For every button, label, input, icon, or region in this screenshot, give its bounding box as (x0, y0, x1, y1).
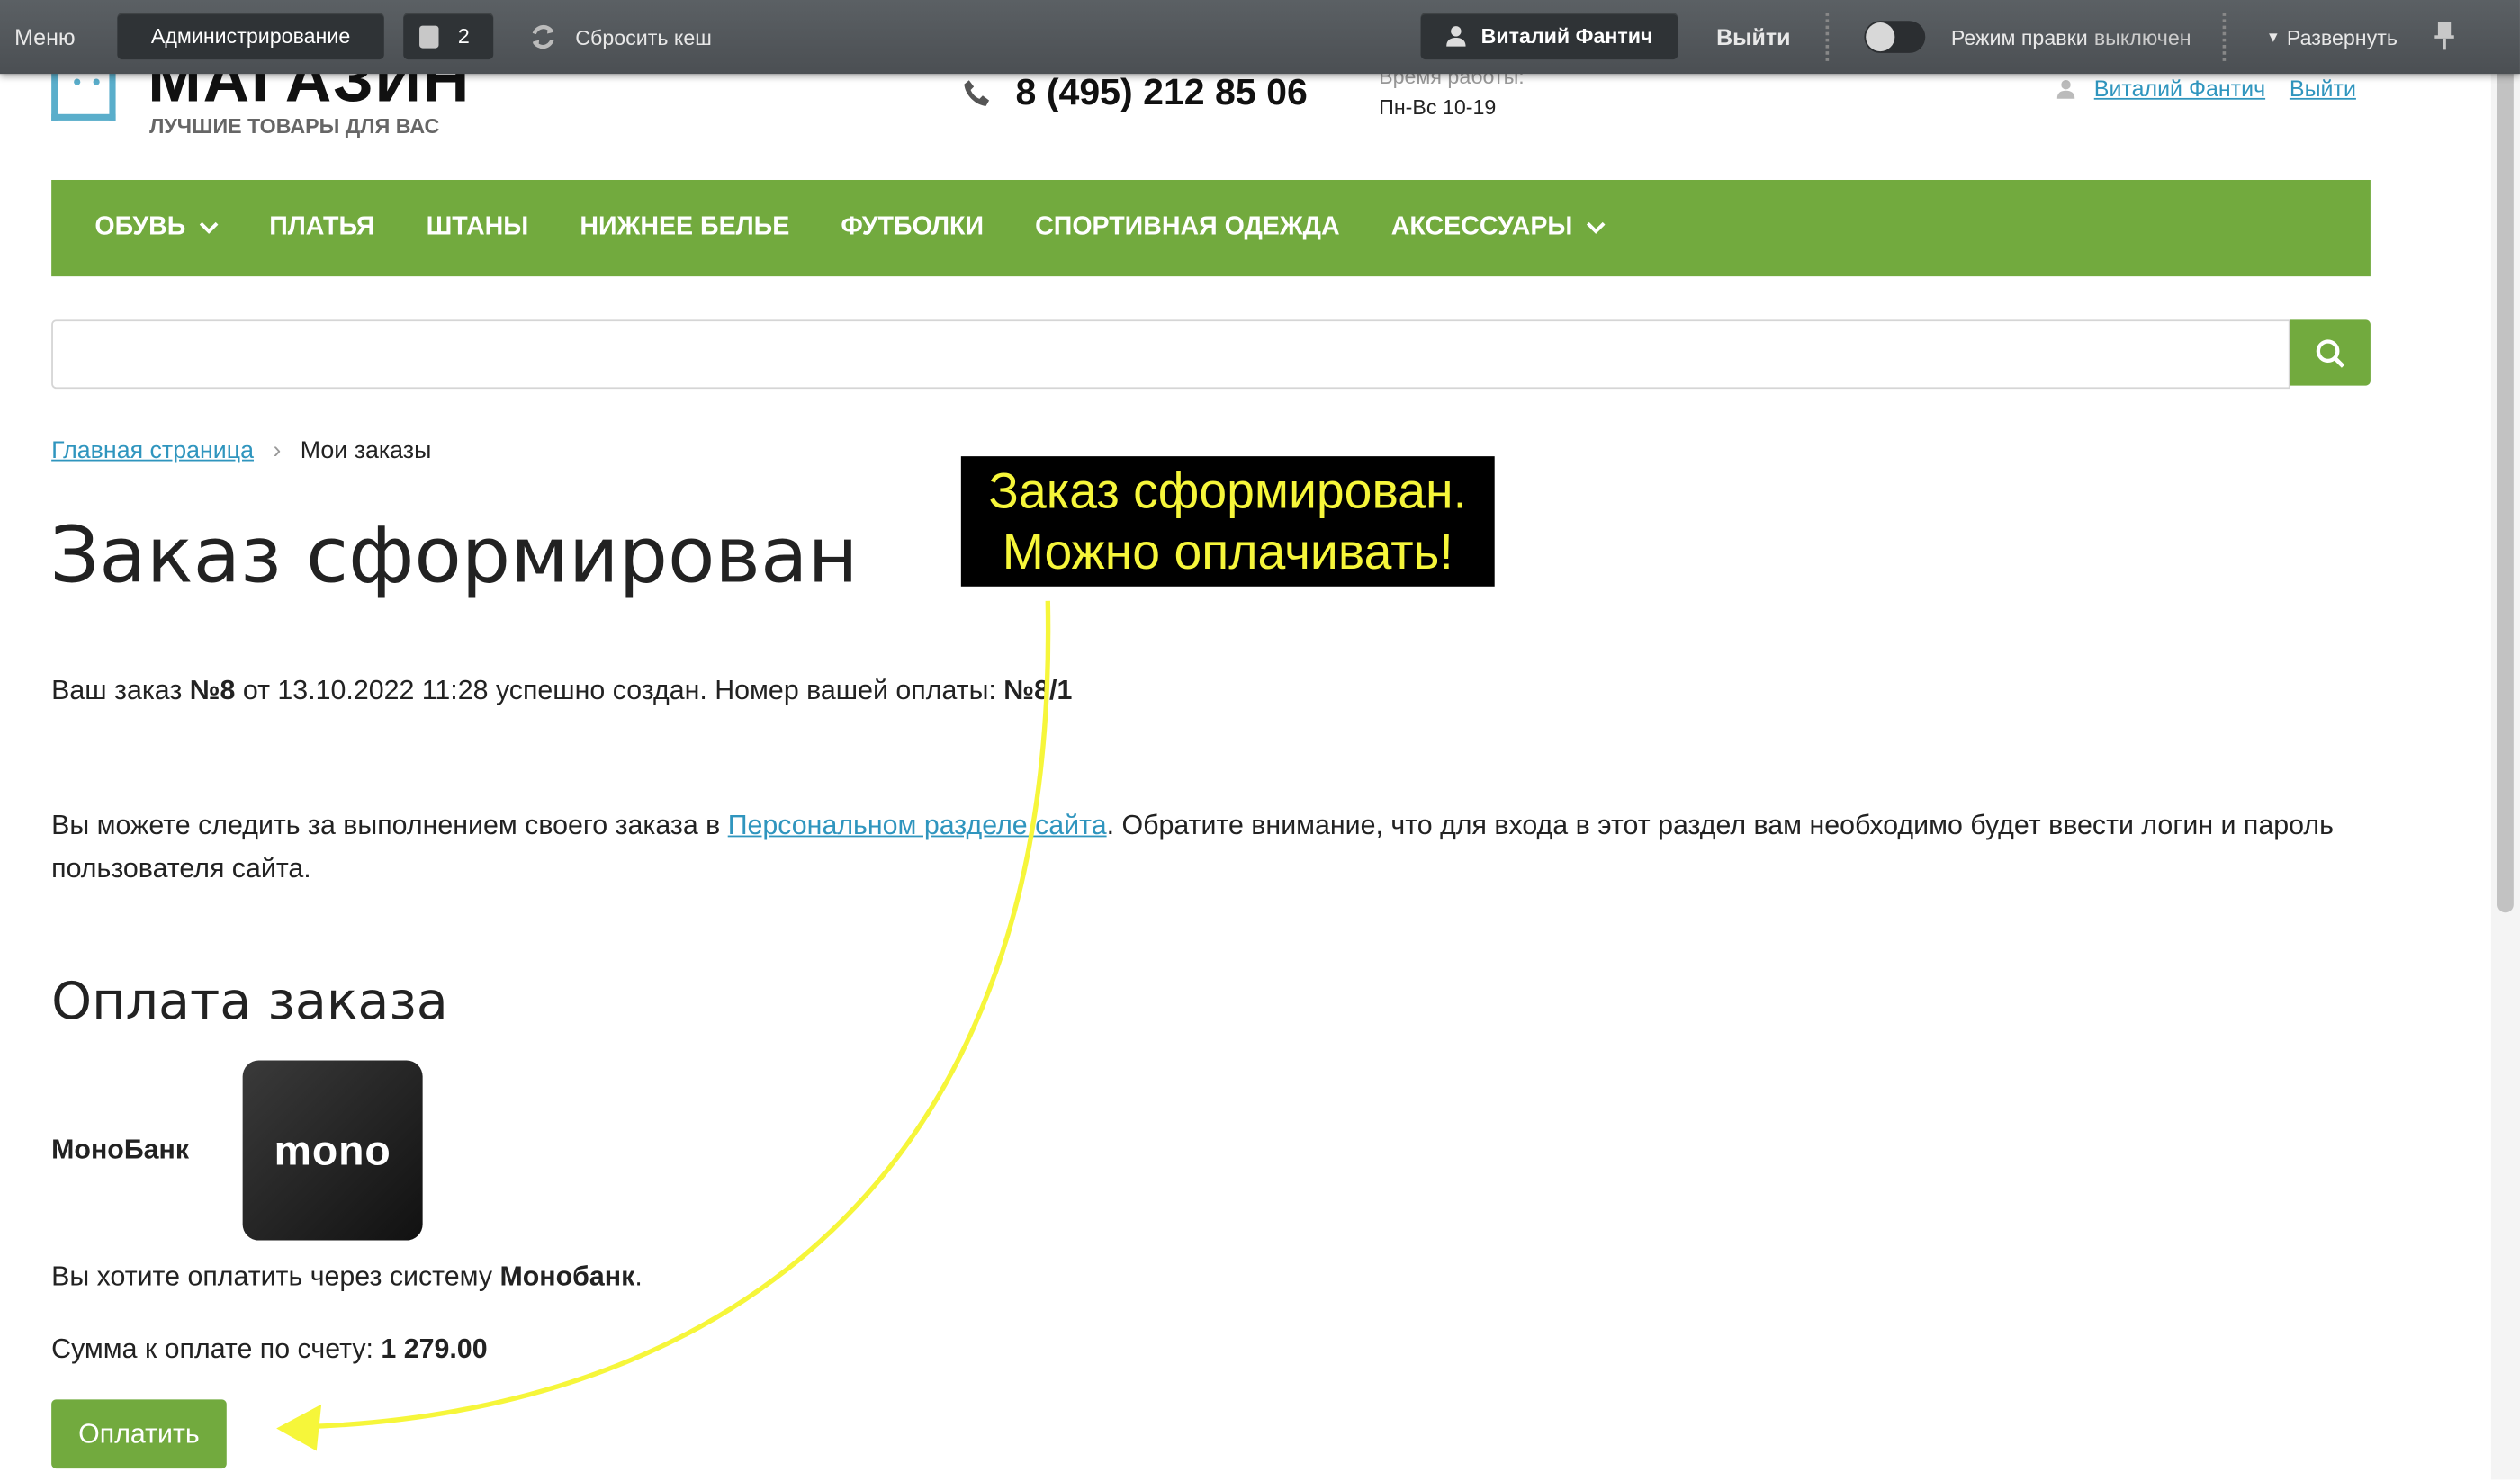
text: Вы хотите оплатить через систему (51, 1261, 500, 1292)
reset-cache-button[interactable]: Сбросить кеш (527, 0, 712, 74)
notifications-button[interactable]: 2 (403, 13, 494, 60)
toggle-knob (1866, 22, 1895, 52)
user-links: Виталий Фантич Выйти (2056, 76, 2356, 102)
nav-item-dresses[interactable]: ПЛАТЬЯ (269, 213, 374, 242)
refresh-icon (532, 24, 554, 49)
pay-button[interactable]: Оплатить (51, 1399, 227, 1469)
separator (2222, 13, 2233, 61)
page-title: Заказ сформирован (50, 510, 859, 601)
admin-logout-button[interactable]: Выйти (1716, 0, 1790, 74)
search-input[interactable] (51, 319, 2290, 390)
edit-mode-toggle[interactable] (1864, 21, 1926, 53)
pay-via-text: Вы хотите оплатить через систему Монобан… (51, 1261, 643, 1294)
logo-subtitle: ЛУЧШИЕ ТОВАРЫ ДЛЯ ВАС (149, 113, 440, 139)
phone-block: 8 (495) 212 85 06 (961, 71, 1308, 114)
main-nav: ОБУВЬ ПЛАТЬЯ ШТАНЫ НИЖНЕЕ БЕЛЬЕ ФУТБОЛКИ… (51, 179, 2371, 277)
user-icon (2056, 79, 2075, 98)
amount-label: Сумма к оплате по счету: (51, 1333, 382, 1365)
order-created-text: Ваш заказ №8 от 13.10.2022 11:28 успешно… (51, 675, 1072, 707)
admin-menu-button[interactable]: Меню (14, 0, 76, 74)
breadcrumb: Главная страница › Мои заказы (51, 437, 431, 464)
phone-number[interactable]: 8 (495) 212 85 06 (1016, 71, 1308, 114)
notification-icon (419, 24, 439, 48)
pin-button[interactable] (2434, 0, 2456, 74)
amount-text: Сумма к оплате по счету: 1 279.00 (51, 1333, 487, 1366)
nav-label: ОБУВЬ (94, 213, 186, 241)
annotation-callout: Заказ сформирован. Можно оплачивать! (960, 456, 1495, 587)
search-icon (2316, 338, 2345, 367)
edit-mode-status: Режим правки выключен (1951, 0, 2192, 74)
order-number: №8 (189, 674, 236, 705)
chevron-down-icon (199, 221, 218, 234)
text: Ваш заказ (51, 674, 190, 705)
profile-link[interactable]: Виталий Фантич (2094, 76, 2265, 102)
reset-cache-label: Сбросить кеш (575, 24, 712, 49)
user-icon (1445, 26, 1465, 47)
monobank-logo: mono (242, 1060, 423, 1241)
order-tracking-text: Вы можете следить за выполнением своего … (51, 803, 2381, 890)
nav-item-accessories[interactable]: АКСЕССУАРЫ (1391, 213, 1605, 242)
nav-item-underwear[interactable]: НИЖНЕЕ БЕЛЬЕ (580, 213, 789, 242)
scrollbar-thumb[interactable] (2497, 44, 2514, 913)
separator (1825, 13, 1836, 61)
caret-down-icon: ▼ (2265, 29, 2281, 45)
annotation-line: Можно оплачивать! (1002, 524, 1454, 580)
nav-item-pants[interactable]: ШТАНЫ (427, 213, 529, 242)
nav-item-tshirts[interactable]: ФУТБОЛКИ (841, 213, 984, 242)
admin-panel: Меню Администрирование 2 Сбросить кеш Ви… (0, 0, 2520, 75)
expand-label: Развернуть (2286, 24, 2398, 49)
edit-mode-label: Режим правки (1950, 24, 2088, 49)
breadcrumb-home[interactable]: Главная страница (51, 437, 254, 464)
bank-name: МоноБанк (51, 1134, 190, 1165)
nav-item-sportswear[interactable]: СПОРТИВНАЯ ОДЕЖДА (1035, 213, 1340, 242)
chevron-down-icon (1586, 221, 1605, 234)
logout-link[interactable]: Выйти (2290, 76, 2356, 102)
phone-icon (964, 79, 990, 105)
work-hours: Пн-Вс 10-19 (1379, 94, 1497, 120)
edit-mode-state: выключен (2093, 24, 2192, 49)
text: от 13.10.2022 11:28 успешно создан. Номе… (235, 674, 1004, 705)
payment-system: Монобанк (500, 1261, 635, 1292)
search-button[interactable] (2290, 319, 2371, 386)
nav-item-shoes[interactable]: ОБУВЬ (94, 213, 218, 242)
admin-user-name: Виталий Фантич (1480, 23, 1653, 49)
amount-value: 1 279.00 (381, 1333, 488, 1365)
notification-count: 2 (457, 23, 470, 49)
annotation-line: Заказ сформирован. (988, 462, 1468, 519)
payment-heading: Оплата заказа (51, 970, 448, 1032)
personal-section-link[interactable]: Персональном разделе сайта (728, 810, 1107, 840)
breadcrumb-current: Мои заказы (300, 436, 432, 465)
text: Вы можете следить за выполнением своего … (51, 809, 728, 840)
pin-icon (2434, 22, 2454, 50)
nav-label: АКСЕССУАРЫ (1390, 213, 1573, 241)
payment-number: №8/1 (1004, 674, 1073, 705)
admin-user-button[interactable]: Виталий Фантич (1420, 13, 1678, 60)
chevron-right-icon: › (273, 436, 282, 465)
text: . (634, 1261, 643, 1292)
expand-button[interactable]: ▼ Развернуть (2266, 0, 2398, 74)
administration-button[interactable]: Администрирование (117, 13, 384, 60)
